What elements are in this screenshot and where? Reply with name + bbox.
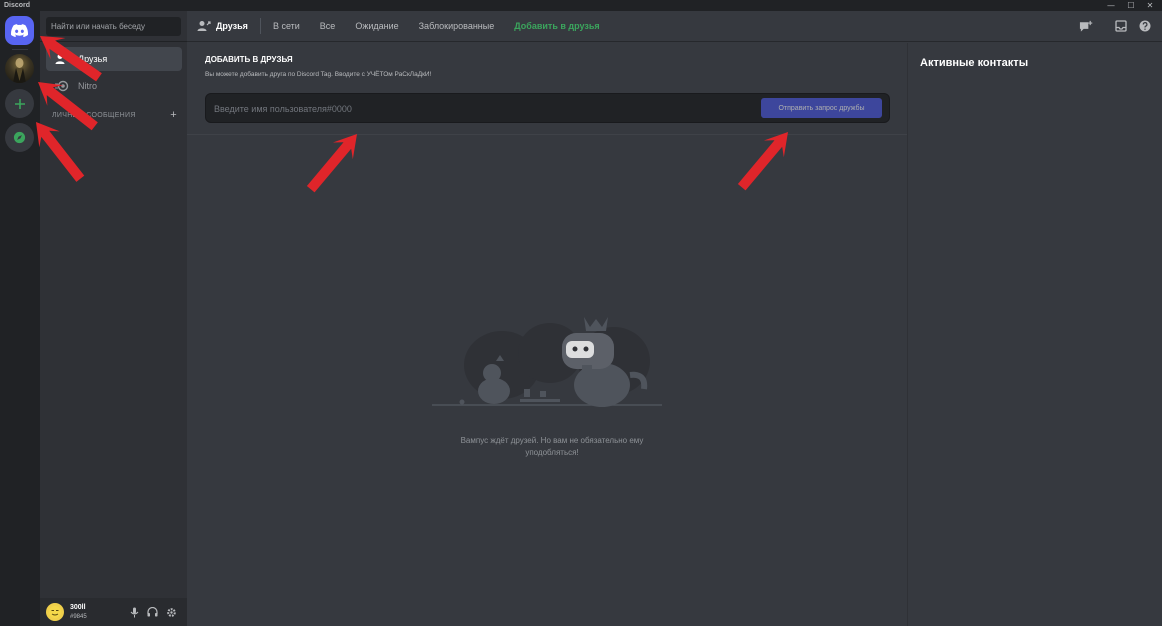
dm-sidebar: Друзья Nitro Личные сообщения + (40, 11, 187, 626)
active-now-title: Активные контакты (920, 57, 1029, 69)
inbox-icon[interactable] (1114, 19, 1128, 33)
tab-online[interactable]: В сети (273, 21, 300, 31)
sidebar-item-friends[interactable]: Друзья (46, 47, 182, 71)
dm-search-bar (40, 11, 187, 42)
sidebar-item-label: Друзья (78, 54, 108, 64)
send-friend-request-button[interactable]: Отправить запрос дружбы (761, 98, 882, 118)
microphone-icon[interactable] (128, 606, 140, 618)
friends-toolbar: Друзья В сети Все Ожидание Заблокированн… (187, 11, 1162, 42)
add-friend-title: Добавить в друзья (205, 55, 293, 64)
main-panel: Друзья В сети Все Ожидание Заблокированн… (187, 11, 1162, 626)
active-now-panel: Активные контакты (907, 43, 1162, 626)
dm-header-label: Личные сообщения (52, 111, 136, 119)
dm-section-header: Личные сообщения + (52, 109, 177, 121)
discord-logo-icon (11, 24, 28, 37)
plus-icon (14, 98, 25, 109)
friends-heading: Друзья (197, 19, 248, 33)
maximize-button[interactable]: ☐ (1124, 0, 1138, 11)
friends-icon (54, 51, 70, 67)
compass-icon (13, 131, 26, 144)
username-input[interactable] (214, 100, 754, 117)
user-avatar-face-icon (49, 606, 61, 618)
add-friend-form: Отправить запрос дружбы (205, 93, 890, 123)
help-icon[interactable] (1138, 19, 1152, 33)
new-group-dm-icon[interactable] (1079, 19, 1093, 33)
sidebar-item-label: Nitro (78, 81, 98, 91)
nitro-icon (54, 78, 70, 94)
friends-icon (197, 19, 211, 33)
tab-add-friend[interactable]: Добавить в друзья (514, 21, 599, 31)
server-rail (0, 11, 40, 626)
avatar[interactable] (46, 603, 64, 621)
user-panel: 300ll #9845 (40, 598, 187, 626)
window-title: Discord (4, 2, 31, 9)
minimize-button[interactable]: — (1104, 0, 1118, 11)
rail-divider (12, 49, 28, 50)
gear-icon[interactable] (165, 606, 177, 618)
home-button[interactable] (5, 16, 34, 45)
headphones-icon[interactable] (146, 606, 158, 618)
title-bar: Discord — ☐ ✕ (0, 0, 1162, 11)
dm-search-input[interactable] (46, 17, 181, 36)
tab-blocked[interactable]: Заблокированные (419, 21, 495, 31)
content-divider (187, 134, 907, 135)
add-friend-content: Добавить в друзья Вы можете добавить дру… (187, 43, 907, 626)
toolbar-divider (259, 18, 261, 34)
sidebar-item-nitro[interactable]: Nitro (46, 74, 182, 98)
empty-state-text: Вампус ждёт друзей. Но вам не обязательн… (460, 436, 644, 457)
friends-title: Друзья (216, 21, 248, 31)
discord-window: Discord — ☐ ✕ Найти или начать беседу Др… (0, 0, 1162, 626)
close-button[interactable]: ✕ (1143, 0, 1157, 11)
server-avatar-image (13, 58, 26, 83)
tab-all[interactable]: Все (320, 21, 336, 31)
add-friend-subtitle: Вы можете добавить друга по Discord Tag.… (205, 71, 432, 78)
server-avatar[interactable] (5, 54, 34, 83)
create-dm-icon[interactable]: + (170, 110, 177, 121)
add-server-button[interactable] (5, 89, 34, 118)
tab-pending[interactable]: Ожидание (355, 21, 398, 31)
explore-servers-button[interactable] (5, 123, 34, 152)
wumpus-illustration (432, 317, 662, 407)
username: 300ll (70, 604, 86, 611)
user-tag: #9845 (70, 614, 87, 620)
